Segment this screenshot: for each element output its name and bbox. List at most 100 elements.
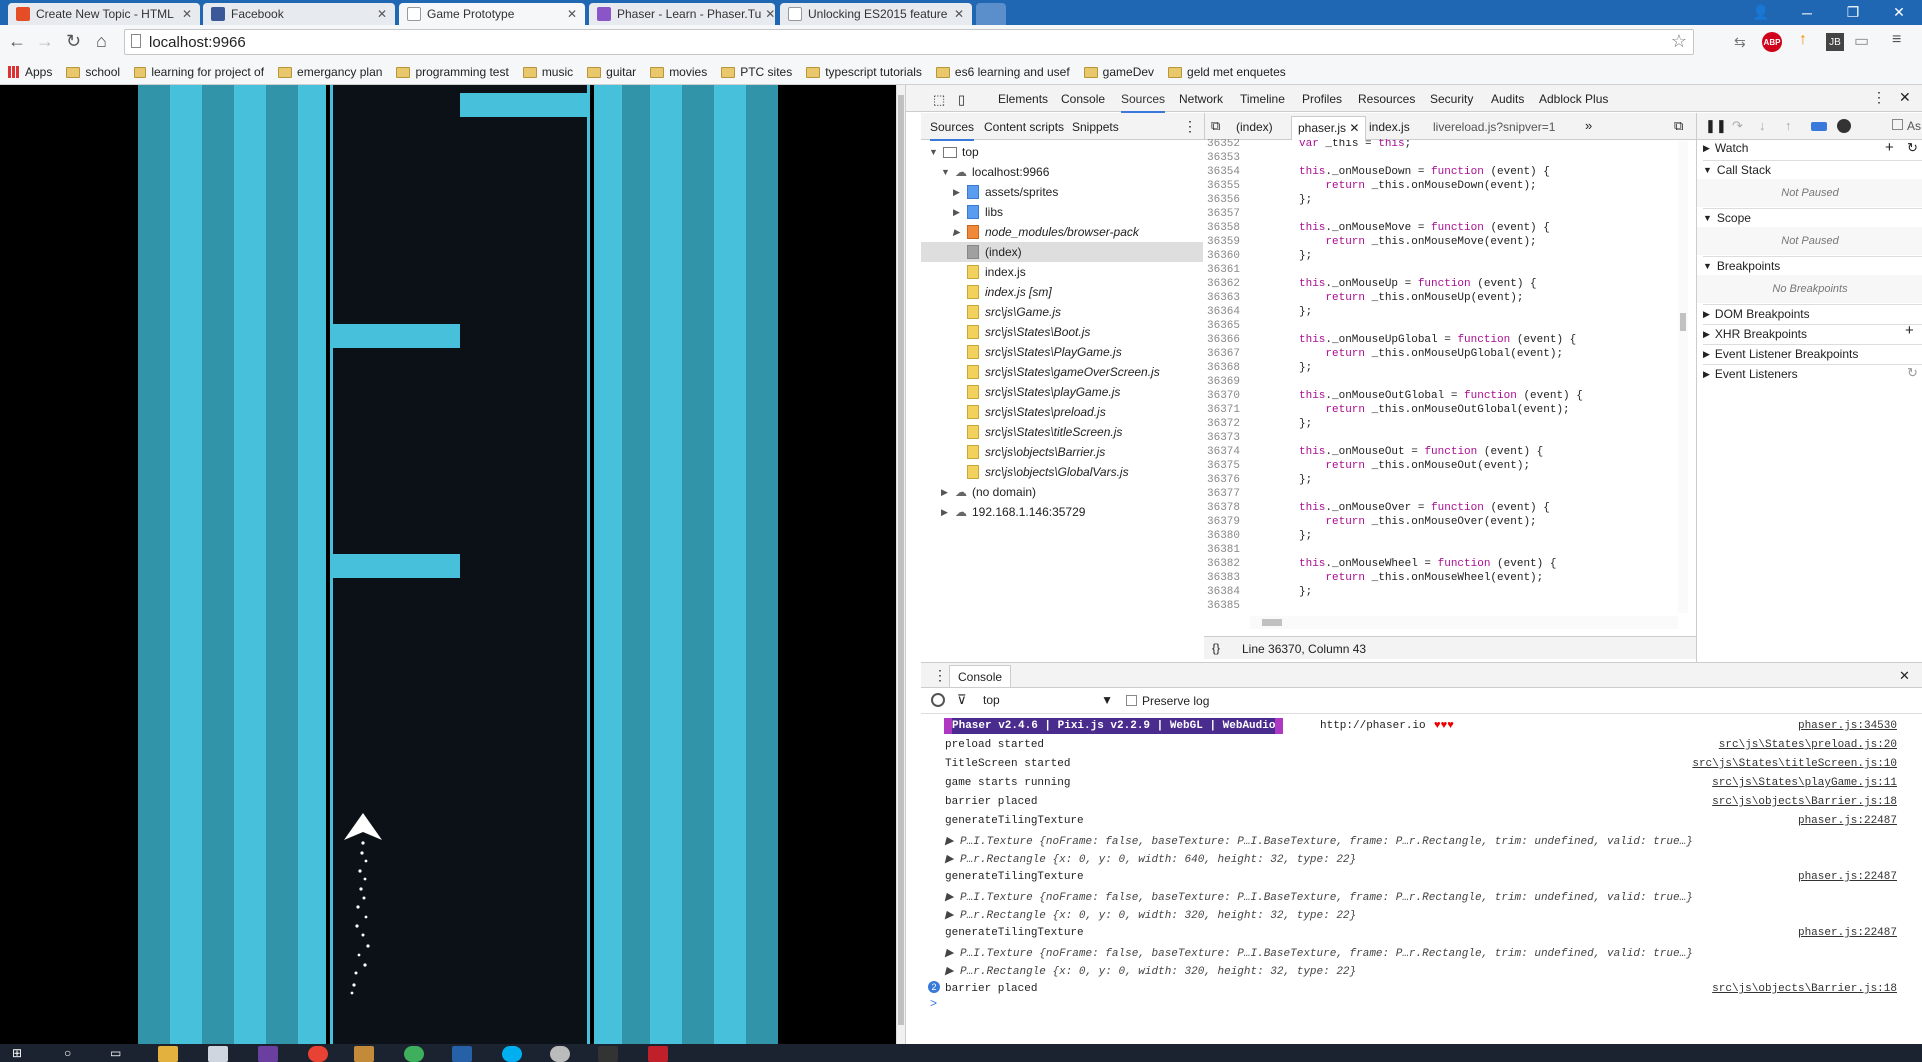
restore-icon[interactable]: ❐: [1830, 0, 1876, 25]
tree-node-remote[interactable]: ▶ ☁ 192.168.1.146:35729: [941, 502, 1085, 522]
line-number[interactable]: 36365: [1203, 320, 1247, 332]
tree-folder-node-modules[interactable]: ▶ node_modules/browser-pack: [953, 222, 1139, 242]
line-number[interactable]: 36378: [1203, 502, 1247, 514]
tree-file[interactable]: src\js\Game.js: [967, 302, 1061, 322]
console-object[interactable]: ▶ P…r.Rectangle {x: 0, y: 0, width: 320,…: [945, 964, 1356, 978]
terminal-icon[interactable]: [598, 1046, 618, 1062]
source-link[interactable]: phaser.js:22487: [1798, 871, 1897, 883]
close-icon[interactable]: ✕: [1899, 89, 1911, 106]
console-object[interactable]: ▶ P…I.Texture {noFrame: false, baseTextu…: [945, 834, 1693, 848]
tree-file[interactable]: src\js\States\Boot.js: [967, 322, 1090, 342]
tab-console[interactable]: Console: [1061, 92, 1105, 106]
line-number[interactable]: 36356: [1203, 194, 1247, 206]
line-number[interactable]: 36354: [1203, 166, 1247, 178]
page-scrollbar[interactable]: [896, 85, 905, 1044]
source-link[interactable]: src\js\States\titleScreen.js:10: [1692, 758, 1897, 770]
tab-audits[interactable]: Audits: [1491, 92, 1524, 106]
tree-file[interactable]: src\js\objects\Barrier.js: [967, 442, 1105, 462]
scrollbar-thumb[interactable]: [1680, 313, 1686, 331]
jetbrains-icon[interactable]: JB: [1826, 33, 1844, 51]
line-number[interactable]: 36377: [1203, 488, 1247, 500]
line-number[interactable]: 36376: [1203, 474, 1247, 486]
tree-file[interactable]: src\js\States\gameOverScreen.js: [967, 362, 1160, 382]
back-icon[interactable]: ←: [8, 31, 26, 52]
section-dom-breakpoints[interactable]: ▶ DOM Breakpoints: [1703, 304, 1922, 321]
close-icon[interactable]: ✕: [1899, 668, 1910, 684]
close-icon[interactable]: ✕: [178, 7, 192, 21]
line-number[interactable]: 36381: [1203, 544, 1247, 556]
refresh-icon[interactable]: ↻: [1907, 365, 1918, 381]
task-view-icon[interactable]: ▭: [110, 1046, 130, 1062]
tree-file[interactable]: src\js\States\PlayGame.js: [967, 342, 1122, 362]
line-number[interactable]: 36385: [1203, 600, 1247, 612]
line-number[interactable]: 36380: [1203, 530, 1247, 542]
line-number[interactable]: 36363: [1203, 292, 1247, 304]
bookmark-folder[interactable]: music: [522, 65, 573, 79]
tree-node-top[interactable]: ▼ top: [929, 142, 979, 162]
scrollbar-thumb[interactable]: [1262, 619, 1282, 626]
bookmark-folder[interactable]: typescript tutorials: [806, 65, 922, 79]
bookmark-folder[interactable]: programming test: [396, 65, 509, 79]
tab-game-prototype[interactable]: Game Prototype ✕: [399, 3, 585, 25]
tab-unlocking-es2015[interactable]: Unlocking ES2015 feature ✕: [780, 3, 972, 25]
inspect-icon[interactable]: ⬚: [933, 92, 945, 108]
tab-resources[interactable]: Resources: [1358, 92, 1415, 106]
line-number[interactable]: 36370: [1203, 390, 1247, 402]
app-icon[interactable]: [404, 1046, 424, 1062]
tab-network[interactable]: Network: [1179, 92, 1223, 106]
source-link[interactable]: phaser.js:34530: [1798, 720, 1897, 732]
line-number[interactable]: 36357: [1203, 208, 1247, 220]
refresh-icon[interactable]: ↻: [1907, 140, 1918, 156]
tab-adblock-plus[interactable]: Adblock Plus: [1539, 92, 1608, 106]
line-number[interactable]: 36360: [1203, 250, 1247, 262]
home-icon[interactable]: ⌂: [96, 31, 107, 52]
source-link[interactable]: phaser.js:22487: [1798, 927, 1897, 939]
extension-icon[interactable]: ↑: [1799, 31, 1807, 49]
step-into-icon[interactable]: ↓: [1759, 118, 1766, 133]
bookmark-folder[interactable]: geld met enquetes: [1168, 65, 1286, 79]
async-checkbox[interactable]: [1892, 119, 1903, 130]
tree-node-no-domain[interactable]: ▶ ☁ (no domain): [941, 482, 1036, 502]
step-over-icon[interactable]: ↷: [1732, 118, 1743, 134]
tree-folder-sprites[interactable]: ▶ assets/sprites: [953, 182, 1058, 202]
console-prompt[interactable]: >: [930, 996, 937, 1010]
tab-elements[interactable]: Elements: [998, 92, 1048, 106]
line-number[interactable]: 36362: [1203, 278, 1247, 290]
tree-file[interactable]: index.js: [967, 262, 1026, 282]
tab-phaser-learn[interactable]: Phaser - Learn - Phaser.Tu ✕: [589, 3, 775, 25]
tree-file[interactable]: index.js [sm]: [967, 282, 1052, 302]
console-tab[interactable]: Console: [949, 665, 1012, 687]
source-link[interactable]: src\js\objects\Barrier.js:18: [1712, 983, 1897, 995]
line-number[interactable]: 36361: [1203, 264, 1247, 276]
deactivate-breakpoints-icon[interactable]: [1811, 122, 1827, 131]
bookmark-folder[interactable]: PTC sites: [721, 65, 792, 79]
tab-facebook[interactable]: Facebook ✕: [203, 3, 395, 25]
line-number[interactable]: 36355: [1203, 180, 1247, 192]
scrollbar-thumb[interactable]: [898, 95, 904, 1025]
pause-on-exceptions-icon[interactable]: [1837, 119, 1851, 133]
toggle-debugger-icon[interactable]: ⧉: [1674, 118, 1683, 134]
tree-file-index-selected[interactable]: (index): [921, 242, 1203, 262]
forward-icon[interactable]: →: [36, 31, 54, 52]
windows-start-icon[interactable]: ⊞: [12, 1046, 32, 1062]
tree-file[interactable]: src\js\States\playGame.js: [967, 382, 1120, 402]
banner-link[interactable]: http://phaser.io: [1320, 720, 1426, 732]
pretty-print-icon[interactable]: {}: [1212, 641, 1220, 655]
section-call-stack[interactable]: ▼ Call Stack: [1703, 160, 1922, 177]
line-number[interactable]: 36374: [1203, 446, 1247, 458]
console-object[interactable]: ▶ P…I.Texture {noFrame: false, baseTextu…: [945, 890, 1693, 904]
line-number[interactable]: 36359: [1203, 236, 1247, 248]
filter-icon[interactable]: ⊽: [957, 692, 967, 708]
tab-sources-nav[interactable]: Sources: [930, 120, 975, 141]
line-number[interactable]: 36353: [1203, 152, 1247, 164]
extension-icon[interactable]: ⇆: [1734, 34, 1746, 51]
section-scope[interactable]: ▼ Scope: [1703, 208, 1922, 225]
editor-tab-livereload[interactable]: livereload.js?snipver=1: [1433, 120, 1555, 134]
file-explorer-icon[interactable]: [158, 1046, 178, 1062]
game-canvas[interactable]: [0, 85, 905, 1044]
more-options-icon[interactable]: ⋮: [1872, 89, 1886, 106]
source-link[interactable]: src\js\objects\Barrier.js:18: [1712, 796, 1897, 808]
skype-icon[interactable]: [502, 1046, 522, 1062]
search-icon[interactable]: ○: [64, 1046, 84, 1062]
chrome-icon[interactable]: [308, 1046, 328, 1062]
